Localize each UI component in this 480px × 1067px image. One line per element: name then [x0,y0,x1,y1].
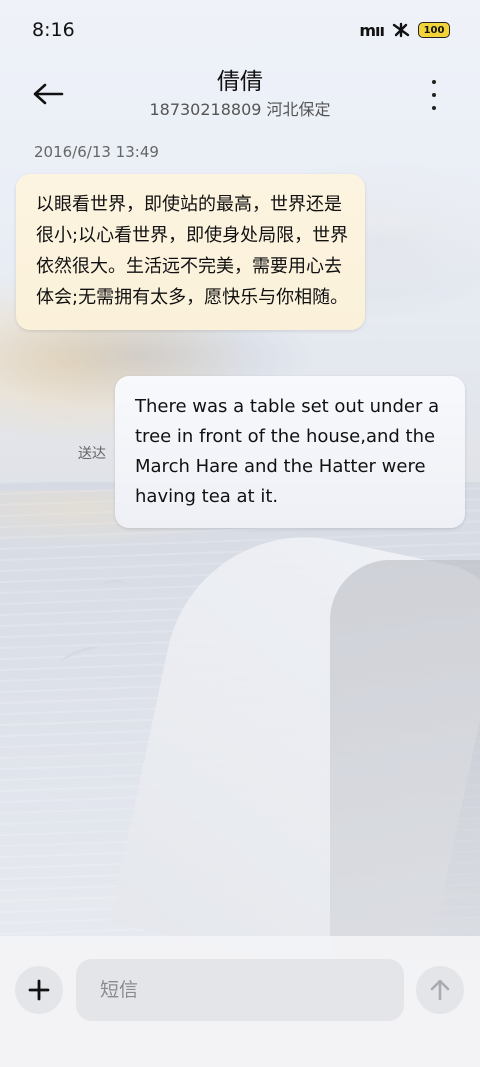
arrow-up-icon [430,979,450,1001]
delivery-status: 送达 [78,446,106,462]
arrow-left-icon [33,83,64,105]
status-bar: 8:16 mıı 100 [0,0,480,60]
sms-input[interactable] [76,959,404,1021]
contact-number-location: 18730218809 河北保定 [149,100,331,119]
message-timestamp: 2016/6/13 13:49 [34,143,159,161]
status-icons: mıı 100 [359,21,450,40]
send-button[interactable] [416,966,464,1014]
more-vertical-icon [432,80,436,84]
no-sim-icon [392,22,410,38]
conversation-header: 倩倩 18730218809 河北保定 [0,60,480,130]
more-vertical-icon-dot [432,93,436,97]
more-options-button[interactable] [424,78,444,112]
outgoing-message-text: There was a table set out under a tree i… [135,396,440,507]
plus-icon [28,979,50,1001]
contact-name: 倩倩 [217,69,263,95]
message-composer [0,936,480,1067]
contact-title: 倩倩 18730218809 河北保定 [90,66,390,121]
back-button[interactable] [26,74,70,114]
outgoing-message-bubble[interactable]: There was a table set out under a tree i… [115,376,465,528]
status-time: 8:16 [32,19,75,41]
signal-icon: mıı [359,20,385,40]
incoming-message-text: 以眼看世界，即使站的最高，世界还是很小;以心看世界，即使身处局限，世界依然很大。… [36,194,349,308]
add-attachment-button[interactable] [15,966,63,1014]
incoming-message-bubble[interactable]: 以眼看世界，即使站的最高，世界还是很小;以心看世界，即使身处局限，世界依然很大。… [16,174,365,330]
more-vertical-icon-dot [432,106,436,110]
battery-icon: 100 [418,22,450,38]
